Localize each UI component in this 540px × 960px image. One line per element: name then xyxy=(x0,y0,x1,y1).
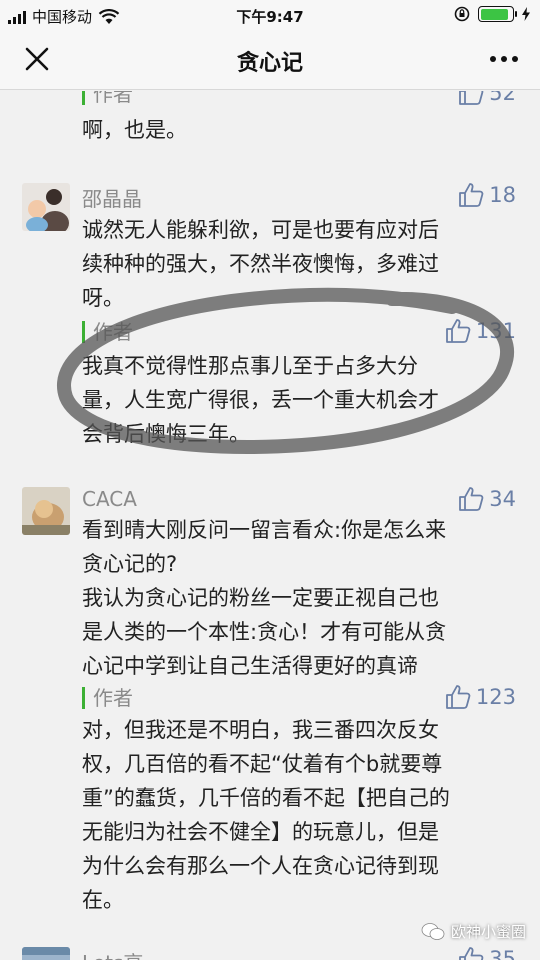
avatar[interactable] xyxy=(22,487,70,535)
comment-item: 作者 52 啊，也是。 xyxy=(0,91,540,171)
status-bar: 中国移动 下午9:47 xyxy=(0,0,540,30)
text-line: 续种种的强大，不然半夜懊悔，多难过 xyxy=(82,252,439,276)
thumbs-up-icon xyxy=(459,91,484,105)
author-reply-tag: 作者 xyxy=(82,321,133,343)
thumbs-up-icon xyxy=(446,685,471,709)
page-title: 贪心记 xyxy=(236,51,303,76)
like-button[interactable]: 35 xyxy=(457,945,516,960)
text-line: 贪心记的? xyxy=(82,552,178,576)
text-line: 为什么会有那么一个人在贪心记待到现 xyxy=(82,854,439,878)
text-line: 我真不觉得性那点事儿至于占多大分 xyxy=(82,354,418,378)
like-count: 35 xyxy=(489,947,516,960)
more-icon[interactable] xyxy=(490,56,518,62)
avatar[interactable] xyxy=(22,947,70,960)
wechat-logo-icon xyxy=(421,922,445,940)
like-count: 52 xyxy=(489,91,516,105)
like-count: 18 xyxy=(489,183,516,207)
comment-list: 作者 52 啊，也是。 邵晶晶 18 诚然无人能躲利欲，可是也要有应对后 续种种… xyxy=(0,91,540,960)
text-line: 心记中学到让自己生活得更好的真谛 xyxy=(82,654,418,678)
status-right xyxy=(454,6,530,22)
text-line: 权，几百倍的看不起“仗着有个b就要尊 xyxy=(82,752,443,776)
thumbs-up-icon xyxy=(459,183,484,207)
comment-item: Lets高 35 xyxy=(0,947,540,960)
comment-text: 看到晴大刚反问一留言看众:你是怎么来 贪心记的? 我认为贪心记的粉丝一定要正视自… xyxy=(82,513,516,683)
reply-text: 啊，也是。 xyxy=(82,113,516,147)
commenter-name[interactable]: CACA xyxy=(82,487,137,511)
commenter-name[interactable]: 邵晶晶 xyxy=(82,183,142,212)
text-line: 会背后懊悔三年。 xyxy=(82,422,250,446)
charging-icon xyxy=(522,7,530,21)
author-reply-tag: 作者 xyxy=(82,91,133,105)
comment-item: CACA 34 看到晴大刚反问一留言看众:你是怎么来 贪心记的? 我认为贪心记的… xyxy=(0,487,540,927)
reply-text: 我真不觉得性那点事儿至于占多大分 量，人生宽广得很，丢一个重大机会才 会背后懊悔… xyxy=(82,349,516,451)
comment-item: 邵晶晶 18 诚然无人能躲利欲，可是也要有应对后 续种种的强大，不然半夜懊悔，多… xyxy=(0,183,540,473)
like-count: 123 xyxy=(475,685,516,709)
like-count: 34 xyxy=(489,487,516,511)
author-reply-tag: 作者 xyxy=(82,687,133,709)
text-line: 无能归为社会不健全】的玩意儿，但是 xyxy=(82,820,439,844)
text-line: 啊，也是。 xyxy=(82,118,187,142)
watermark: 欧神小蜜圈 xyxy=(421,921,526,942)
text-line: 量，人生宽广得很，丢一个重大机会才 xyxy=(82,388,439,412)
text-line: 诚然无人能躲利欲，可是也要有应对后 xyxy=(82,218,439,242)
reply-text: 对，但我还是不明白，我三番四次反女 权，几百倍的看不起“仗着有个b就要尊 重”的… xyxy=(82,713,516,917)
thumbs-up-icon xyxy=(459,487,484,511)
text-line: 是人类的一个本性:贪心！才有可能从贪 xyxy=(82,620,447,644)
nav-bar: 贪心记 xyxy=(0,30,540,90)
commenter-name[interactable]: Lets高 xyxy=(82,947,143,960)
thumbs-up-icon xyxy=(446,319,471,343)
like-button[interactable]: 18 xyxy=(457,181,516,209)
thumbs-up-icon xyxy=(459,947,484,960)
text-line: 重”的蠢货，几千倍的看不起【把自己的 xyxy=(82,786,450,810)
watermark-text: 欧神小蜜圈 xyxy=(450,923,526,941)
text-line: 对，但我还是不明白，我三番四次反女 xyxy=(82,718,439,742)
avatar[interactable] xyxy=(22,183,70,231)
like-count: 131 xyxy=(475,319,516,343)
comment-text: 诚然无人能躲利欲，可是也要有应对后 续种种的强大，不然半夜懊悔，多难过 呀。 xyxy=(82,213,516,315)
text-line: 在。 xyxy=(82,888,124,912)
like-button[interactable]: 123 xyxy=(444,683,516,711)
battery-icon xyxy=(478,6,517,22)
rotation-lock-icon xyxy=(454,6,470,22)
text-line: 我认为贪心记的粉丝一定要正视自己也 xyxy=(82,586,439,610)
like-button[interactable]: 34 xyxy=(457,485,516,513)
text-line: 呀。 xyxy=(82,286,124,310)
text-line: 看到晴大刚反问一留言看众:你是怎么来 xyxy=(82,518,447,542)
like-button[interactable]: 131 xyxy=(444,317,516,345)
like-button[interactable]: 52 xyxy=(457,91,516,107)
